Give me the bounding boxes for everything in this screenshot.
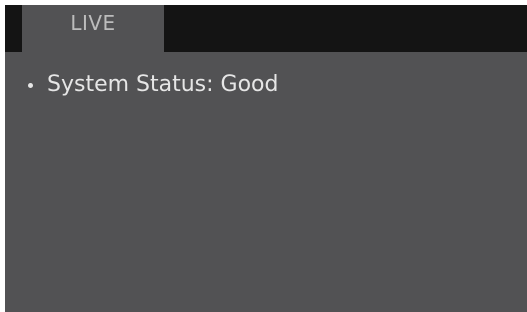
tab-strip: LIVE: [5, 5, 527, 52]
live-panel: LIVE System Status: Good: [5, 5, 527, 312]
list-item-system-status: System Status: Good: [25, 72, 278, 98]
bullet-icon: [28, 82, 33, 88]
tab-label-live: LIVE: [70, 11, 116, 35]
tab-content: System Status: Good: [5, 52, 527, 312]
system-status-text: System Status: Good: [47, 72, 279, 97]
tab-live[interactable]: LIVE: [5, 5, 174, 52]
tab-corner-right: [164, 5, 174, 52]
tab-corner-left: [5, 5, 22, 52]
